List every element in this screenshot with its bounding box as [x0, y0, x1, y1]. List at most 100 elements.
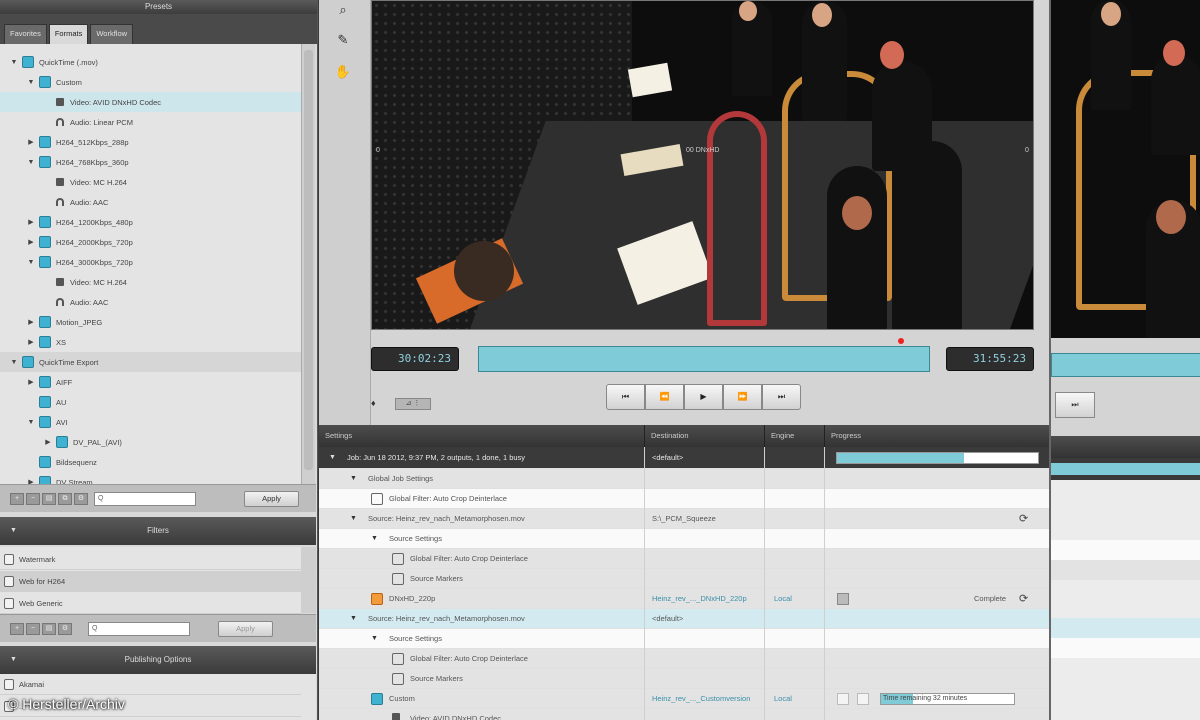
job-row[interactable]: ▼ Global Job Settings [319, 469, 1049, 489]
disclosure-triangle-icon[interactable]: ▶ [27, 338, 35, 346]
preset-tree-item[interactable]: ▼ QuickTime Export [0, 352, 301, 372]
hand-icon[interactable]: ✋ [333, 62, 353, 82]
job-row[interactable]: Global Filter: Auto Crop Deinterlace [319, 549, 1049, 569]
folder-button[interactable]: ▤ [42, 492, 56, 505]
go-to-end-button[interactable]: ⏭ [762, 384, 801, 410]
preset-tree-item[interactable]: ▶ AIFF [0, 372, 301, 392]
preset-tree-item[interactable]: ▶ H264_2000Kbps_720p [0, 232, 301, 252]
preset-tree-item[interactable]: ▶ XS [0, 332, 301, 352]
preset-search-input[interactable]: Q [94, 491, 196, 506]
preset-tree-item[interactable]: ▶ DV Stream [0, 472, 301, 484]
filters-scrollbar[interactable] [301, 547, 316, 613]
job-destination[interactable]: Heinz_rev_..._DNxHD_220p [652, 589, 747, 608]
preset-tree-item[interactable]: ▶ Motion_JPEG [0, 312, 301, 332]
disclosure-triangle-icon[interactable]: ▼ [371, 529, 378, 549]
tab-workflow[interactable]: Workflow [90, 24, 134, 44]
disclosure-triangle-icon[interactable]: ▶ [27, 218, 35, 226]
duplicate-scrubber[interactable] [1051, 353, 1200, 377]
job-engine[interactable]: Local [774, 589, 792, 608]
preset-tree-item[interactable]: ▶ DV_PAL_(AVI) [0, 432, 301, 452]
job-row[interactable]: ▼ Source Settings [319, 529, 1049, 549]
job-row[interactable]: Video: AVID DNxHD Codec [319, 709, 1049, 720]
filter-search-input[interactable]: Q [88, 621, 190, 636]
rewind-button[interactable]: ⏪ [645, 384, 684, 410]
refresh-icon[interactable]: ⟳ [1019, 592, 1028, 605]
filters-header[interactable]: ▼ Filters [0, 517, 316, 545]
add-filter-button[interactable]: + [10, 622, 24, 635]
add-preset-button[interactable]: + [10, 492, 24, 505]
disclosure-triangle-icon[interactable]: ▼ [10, 59, 18, 66]
job-row[interactable]: ▼ Source: Heinz_rev_nach_Metamorphosen.mo… [319, 609, 1049, 629]
disclosure-triangle-icon[interactable]: ▼ [27, 259, 35, 266]
preset-tree-item[interactable]: ▶ H264_1200Kbps_480p [0, 212, 301, 232]
preset-tree-item[interactable]: AU [0, 392, 301, 412]
disclosure-triangle-icon[interactable]: ▶ [44, 438, 52, 446]
fast-forward-button[interactable]: ⏩ [723, 384, 762, 410]
job-action-button[interactable] [837, 693, 849, 705]
job-row[interactable]: ▶DNxHD_220pHeinz_rev_..._DNxHD_220pLocal… [319, 589, 1049, 609]
zoom-icon[interactable]: ⌕ [333, 0, 353, 20]
settings-button[interactable]: ⚙ [74, 492, 88, 505]
job-row[interactable]: Global Filter: Auto Crop Deinterlace [319, 489, 1049, 509]
preset-tree-item[interactable]: Audio: Linear PCM [0, 112, 301, 132]
disclosure-triangle-icon[interactable]: ▼ [350, 509, 357, 529]
refresh-icon[interactable]: ⟳ [1019, 512, 1028, 525]
filter-item[interactable]: Web Generic [0, 593, 301, 614]
video-frame[interactable]: 0 00 DNxHD 0 [371, 0, 1034, 330]
copy-button[interactable]: ⧉ [58, 492, 72, 505]
go-to-end-button[interactable]: ⏭ [1055, 392, 1095, 418]
disclosure-triangle-icon[interactable]: ▼ [371, 629, 378, 649]
preset-tree-item[interactable]: ▼ H264_3000Kbps_720p [0, 252, 301, 272]
disclosure-triangle-icon[interactable]: ▼ [329, 447, 336, 469]
preset-tree-item[interactable]: ▼ AVI [0, 412, 301, 432]
disclosure-triangle-icon[interactable]: ▼ [27, 159, 35, 166]
tree-scroll-thumb[interactable] [304, 50, 313, 470]
job-destination[interactable]: <default> [652, 447, 683, 468]
preset-tree-item[interactable]: Bildsequenz [0, 452, 301, 472]
job-row[interactable]: ▼CustomHeinz_rev_..._CustomversionLocalT… [319, 689, 1049, 709]
publishing-header[interactable]: ▼ Publishing Options [0, 646, 316, 674]
audio-icon[interactable]: ♦ [371, 398, 381, 408]
tree-scrollbar[interactable] [301, 44, 315, 484]
job-action-button[interactable] [857, 693, 869, 705]
disclosure-triangle-icon[interactable]: ▶ [27, 138, 35, 146]
job-row[interactable]: ▼ Source: Heinz_rev_nach_Metamorphosen.mo… [319, 509, 1049, 529]
disclosure-triangle-icon[interactable]: ▼ [350, 609, 357, 629]
preset-tree-item[interactable]: Audio: AAC [0, 292, 301, 312]
playhead-marker[interactable] [898, 338, 904, 344]
tab-favorites[interactable]: Favorites [4, 24, 47, 44]
disclosure-triangle-icon[interactable]: ▼ [350, 469, 357, 489]
col-settings[interactable]: Settings [319, 425, 644, 447]
disclosure-triangle-icon[interactable]: ▼ [27, 79, 35, 86]
job-row[interactable]: ▼ Source Settings [319, 629, 1049, 649]
job-row[interactable]: Source Markers [319, 669, 1049, 689]
tab-formats[interactable]: Formats [48, 24, 89, 44]
timeline-scrubber[interactable] [478, 346, 930, 372]
edit-filter-button[interactable]: ▤ [42, 622, 56, 635]
col-progress[interactable]: Progress [824, 425, 1049, 447]
preset-tree-item[interactable]: Video: AVID DNxHD Codec [0, 92, 301, 112]
job-destination[interactable]: S:\_PCM_Squeeze [652, 509, 716, 528]
disclosure-triangle-icon[interactable]: ▶ [27, 378, 35, 386]
marker-button[interactable]: ⊿ ⋮ [395, 398, 431, 410]
job-row[interactable]: Global Filter: Auto Crop Deinterlace [319, 649, 1049, 669]
preset-tree-item[interactable]: Video: MC H.264 [0, 172, 301, 192]
col-destination[interactable]: Destination [644, 425, 764, 447]
preset-tree-item[interactable]: Audio: AAC [0, 192, 301, 212]
remove-filter-button[interactable]: − [26, 622, 40, 635]
preset-tree-item[interactable]: ▼ QuickTime (.mov) [0, 52, 301, 72]
preset-tree-item[interactable]: ▼ Custom [0, 72, 301, 92]
job-destination[interactable]: <default> [652, 609, 683, 628]
play-button[interactable]: ▶ [684, 384, 723, 410]
col-engine[interactable]: Engine [764, 425, 824, 447]
job-row[interactable]: Source Markers [319, 569, 1049, 589]
disclosure-triangle-icon[interactable]: ▼ [10, 359, 18, 366]
eyedropper-icon[interactable]: ✎ [333, 30, 353, 50]
go-to-start-button[interactable]: ⏮ [606, 384, 645, 410]
preset-tree-item[interactable]: Video: MC H.264 [0, 272, 301, 292]
disclosure-triangle-icon[interactable]: ▶ [27, 318, 35, 326]
job-engine[interactable]: Local [774, 689, 792, 708]
job-action-button[interactable] [837, 593, 849, 605]
apply-filter-button[interactable]: Apply [218, 620, 273, 637]
remove-preset-button[interactable]: − [26, 492, 40, 505]
